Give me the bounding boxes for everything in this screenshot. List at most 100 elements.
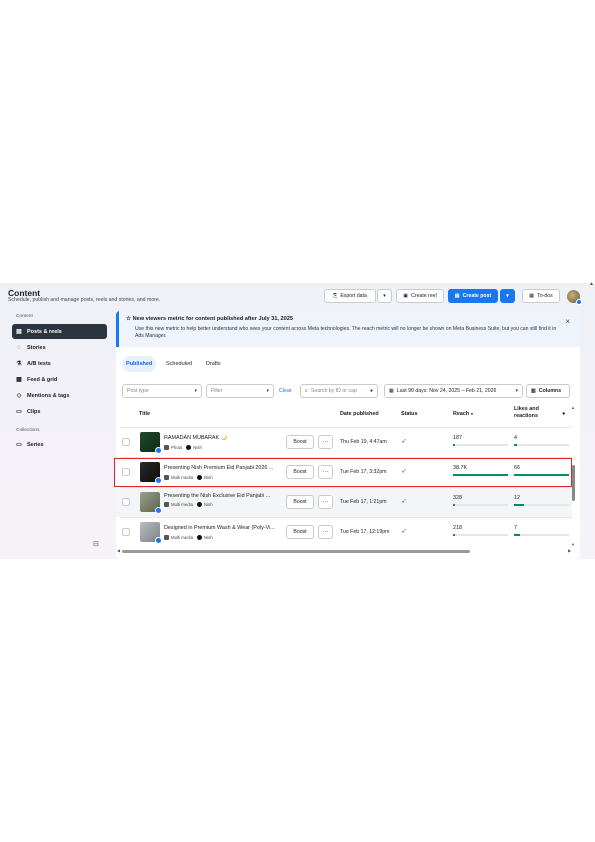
facebook-badge-icon: [155, 447, 162, 454]
post-meta: Multi media Nish: [164, 535, 213, 540]
sidebar-item-clips[interactable]: ▭ Clips: [12, 404, 107, 419]
column-header-reach[interactable]: Reach ●: [453, 411, 473, 417]
content-page: Content Schedule, publish and manage pos…: [0, 283, 595, 559]
published-status-icon: ➶: [401, 528, 407, 535]
table-row[interactable]: Designed in Premium Wash & Wear (Poly-Vi…: [116, 518, 572, 547]
tab-drafts[interactable]: Drafts: [202, 356, 225, 372]
reach-bar: [453, 504, 508, 506]
table-row[interactable]: RAMADAN MUBARAK 🌙 Photo Nish Boost ··· Th…: [116, 428, 572, 457]
posts-icon: ▤: [16, 329, 22, 335]
likes-bar: [514, 534, 569, 536]
horizontal-scrollbar[interactable]: [122, 550, 470, 553]
page-subtitle: Schedule, publish and manage posts, reel…: [8, 297, 161, 303]
page-avatar: [196, 535, 202, 540]
boost-button[interactable]: Boost: [286, 495, 314, 509]
column-header-status[interactable]: Status: [401, 411, 417, 417]
post-title[interactable]: RAMADAN MUBARAK 🌙: [164, 435, 286, 441]
flask-icon: ⚗: [16, 361, 22, 367]
scroll-left-icon[interactable]: ◀: [117, 548, 120, 553]
stories-icon: ◌: [17, 344, 21, 351]
facebook-badge-icon: [155, 537, 162, 544]
chevron-down-icon: ▾: [515, 388, 518, 394]
page-avatar: [196, 502, 202, 507]
reach-bar: [453, 534, 508, 536]
sidebar-item-series[interactable]: ▭ Series: [12, 437, 107, 452]
reach-value: 187: [453, 435, 462, 441]
create-post-icon: ▤: [454, 293, 460, 299]
clear-filters-link[interactable]: Clear: [279, 388, 292, 394]
tag-icon: ◇: [16, 393, 22, 399]
reach-value: 328: [453, 495, 462, 501]
grid-icon: ▦: [16, 377, 22, 383]
post-thumbnail: [140, 522, 162, 544]
date-published: Thu Feb 19, 4:47am: [340, 439, 387, 445]
export-dropdown-button[interactable]: ▾: [377, 289, 392, 303]
date-range-select[interactable]: ▦ Last 90 days: Nov 24, 2025 – Feb 21, 2…: [384, 384, 523, 398]
column-header-date[interactable]: Date published: [340, 411, 379, 417]
chevron-down-icon: ▾: [194, 388, 197, 394]
scroll-down-icon[interactable]: ▼: [571, 542, 575, 547]
info-banner: ☆ New viewers metric for content publish…: [116, 311, 580, 347]
scroll-up-icon[interactable]: ▲: [571, 405, 575, 410]
multi-media-icon: [164, 502, 169, 507]
chevron-down-icon: ▾: [506, 293, 509, 299]
avatar[interactable]: [567, 290, 582, 305]
banner-title: ☆ New viewers metric for content publish…: [126, 316, 293, 322]
create-post-dropdown-button[interactable]: ▾: [500, 289, 515, 303]
todos-button[interactable]: ▦ To-dos: [522, 289, 560, 303]
row-checkbox[interactable]: [122, 528, 130, 536]
sidebar-item-ab-tests[interactable]: ⚗ A/B tests: [12, 356, 107, 371]
column-header-title[interactable]: Title: [139, 411, 150, 417]
todo-icon: ▦: [529, 293, 535, 299]
tab-scheduled[interactable]: Scheduled: [162, 356, 196, 372]
likes-value: 12: [514, 495, 520, 501]
more-options-button[interactable]: ···: [318, 435, 333, 449]
facebook-badge-icon: [155, 507, 162, 514]
column-header-likes[interactable]: Likes and reactions: [514, 406, 554, 420]
date-published: Tue Feb 17, 1:21pm: [340, 499, 387, 505]
columns-button[interactable]: ▥ Columns: [526, 384, 570, 398]
post-title[interactable]: Designed in Premium Wash & Wear (Poly-Vi…: [164, 525, 286, 531]
export-data-button[interactable]: ⎘ Export data: [324, 289, 376, 303]
more-options-button[interactable]: ···: [318, 495, 333, 509]
post-meta: Multi media Nish: [164, 502, 213, 507]
export-icon: ⎘: [333, 292, 338, 299]
page-scroll-up-icon[interactable]: ▲: [589, 281, 594, 287]
boost-button[interactable]: Boost: [286, 435, 314, 449]
post-type-select[interactable]: Post type ▾: [122, 384, 202, 398]
sidebar-item-posts-reels[interactable]: ▤ Posts & reels: [12, 324, 107, 339]
sidebar-content-heading: Content: [16, 314, 33, 319]
calendar-icon: ▦: [389, 388, 394, 394]
collapse-sidebar-icon[interactable]: ⊟: [93, 540, 99, 548]
row-checkbox[interactable]: [122, 498, 130, 506]
chevron-down-icon: ▾: [266, 388, 269, 394]
highlighted-row-outline: [114, 458, 572, 487]
table-row[interactable]: Presenting the Nish Exclusive Eid Panjab…: [116, 488, 572, 517]
clip-icon: ▭: [16, 409, 22, 415]
content-panel: ☆ New viewers metric for content publish…: [116, 311, 580, 559]
row-checkbox[interactable]: [122, 438, 130, 446]
banner-body: Use this new metric to help better under…: [135, 326, 557, 339]
create-post-button[interactable]: ▤ Create post: [448, 289, 498, 303]
more-options-button[interactable]: ···: [318, 525, 333, 539]
sidebar-item-mentions-tags[interactable]: ◇ Mentions & tags: [12, 388, 107, 403]
reach-value: 218: [453, 525, 462, 531]
close-icon[interactable]: ×: [565, 317, 570, 326]
vertical-scrollbar[interactable]: [572, 465, 575, 501]
likes-bar: [514, 444, 569, 446]
filter-select[interactable]: Filter ▾: [206, 384, 274, 398]
info-icon: ●: [369, 388, 373, 394]
scroll-right-icon[interactable]: ▶: [568, 548, 571, 553]
post-meta: Photo Nish: [164, 445, 202, 450]
likes-value: 7: [514, 525, 517, 531]
boost-button[interactable]: Boost: [286, 525, 314, 539]
reel-icon: ▣: [403, 293, 409, 299]
create-reel-button[interactable]: ▣ Create reel: [396, 289, 444, 303]
info-icon: ●: [470, 411, 474, 416]
search-input[interactable]: ⌕ Search by ID or cap ●: [300, 384, 378, 398]
sidebar-item-feed-grid[interactable]: ▦ Feed & grid: [12, 372, 107, 387]
sidebar-item-stories[interactable]: ◌ Stories: [12, 340, 107, 355]
sidebar-collections-heading: Collections: [16, 428, 40, 433]
post-title[interactable]: Presenting the Nish Exclusive Eid Panjab…: [164, 493, 286, 499]
tab-published[interactable]: Published: [122, 356, 157, 372]
